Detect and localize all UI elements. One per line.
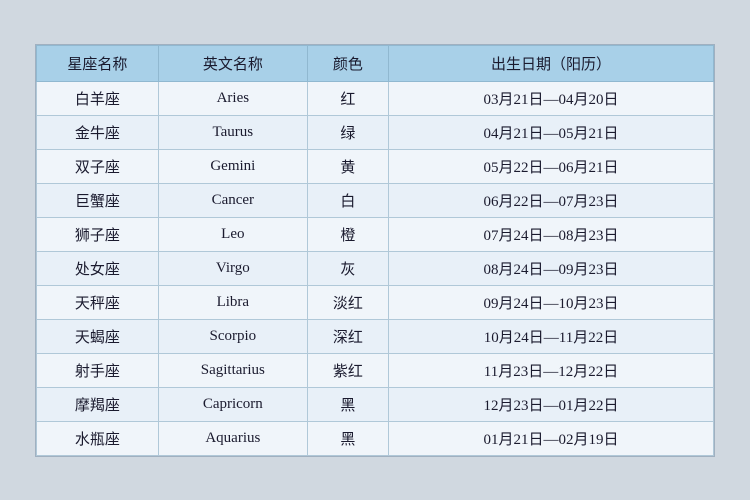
cell-color: 黄 (307, 149, 388, 183)
cell-chinese: 双子座 (37, 149, 159, 183)
cell-english: Cancer (158, 183, 307, 217)
cell-english: Gemini (158, 149, 307, 183)
cell-color: 红 (307, 81, 388, 115)
cell-chinese: 天蝎座 (37, 319, 159, 353)
cell-english: Scorpio (158, 319, 307, 353)
table-row: 天蝎座Scorpio深红10月24日—11月22日 (37, 319, 714, 353)
cell-color: 深红 (307, 319, 388, 353)
cell-date: 09月24日—10月23日 (389, 285, 714, 319)
cell-date: 03月21日—04月20日 (389, 81, 714, 115)
cell-chinese: 天秤座 (37, 285, 159, 319)
cell-color: 白 (307, 183, 388, 217)
table-row: 狮子座Leo橙07月24日—08月23日 (37, 217, 714, 251)
cell-english: Capricorn (158, 387, 307, 421)
cell-date: 08月24日—09月23日 (389, 251, 714, 285)
cell-color: 淡红 (307, 285, 388, 319)
header-color: 颜色 (307, 45, 388, 81)
table-row: 处女座Virgo灰08月24日—09月23日 (37, 251, 714, 285)
cell-english: Taurus (158, 115, 307, 149)
zodiac-table: 星座名称 英文名称 颜色 出生日期（阳历） 白羊座Aries红03月21日—04… (36, 45, 714, 456)
cell-date: 12月23日—01月22日 (389, 387, 714, 421)
cell-color: 橙 (307, 217, 388, 251)
cell-date: 04月21日—05月21日 (389, 115, 714, 149)
cell-english: Aquarius (158, 421, 307, 455)
cell-chinese: 金牛座 (37, 115, 159, 149)
cell-english: Sagittarius (158, 353, 307, 387)
cell-english: Libra (158, 285, 307, 319)
cell-color: 黑 (307, 421, 388, 455)
table-row: 巨蟹座Cancer白06月22日—07月23日 (37, 183, 714, 217)
table-row: 双子座Gemini黄05月22日—06月21日 (37, 149, 714, 183)
table-row: 水瓶座Aquarius黑01月21日—02月19日 (37, 421, 714, 455)
cell-chinese: 狮子座 (37, 217, 159, 251)
table-row: 白羊座Aries红03月21日—04月20日 (37, 81, 714, 115)
cell-date: 01月21日—02月19日 (389, 421, 714, 455)
cell-english: Virgo (158, 251, 307, 285)
table-row: 射手座Sagittarius紫红11月23日—12月22日 (37, 353, 714, 387)
table-row: 金牛座Taurus绿04月21日—05月21日 (37, 115, 714, 149)
cell-date: 10月24日—11月22日 (389, 319, 714, 353)
cell-color: 灰 (307, 251, 388, 285)
cell-date: 07月24日—08月23日 (389, 217, 714, 251)
cell-english: Aries (158, 81, 307, 115)
cell-color: 紫红 (307, 353, 388, 387)
cell-color: 绿 (307, 115, 388, 149)
cell-date: 05月22日—06月21日 (389, 149, 714, 183)
header-chinese: 星座名称 (37, 45, 159, 81)
table-row: 摩羯座Capricorn黑12月23日—01月22日 (37, 387, 714, 421)
cell-chinese: 水瓶座 (37, 421, 159, 455)
cell-chinese: 摩羯座 (37, 387, 159, 421)
cell-chinese: 处女座 (37, 251, 159, 285)
zodiac-table-container: 星座名称 英文名称 颜色 出生日期（阳历） 白羊座Aries红03月21日—04… (35, 44, 715, 457)
table-body: 白羊座Aries红03月21日—04月20日金牛座Taurus绿04月21日—0… (37, 81, 714, 455)
cell-date: 06月22日—07月23日 (389, 183, 714, 217)
cell-color: 黑 (307, 387, 388, 421)
cell-english: Leo (158, 217, 307, 251)
table-row: 天秤座Libra淡红09月24日—10月23日 (37, 285, 714, 319)
cell-date: 11月23日—12月22日 (389, 353, 714, 387)
cell-chinese: 巨蟹座 (37, 183, 159, 217)
header-english: 英文名称 (158, 45, 307, 81)
table-header-row: 星座名称 英文名称 颜色 出生日期（阳历） (37, 45, 714, 81)
header-date: 出生日期（阳历） (389, 45, 714, 81)
cell-chinese: 白羊座 (37, 81, 159, 115)
cell-chinese: 射手座 (37, 353, 159, 387)
